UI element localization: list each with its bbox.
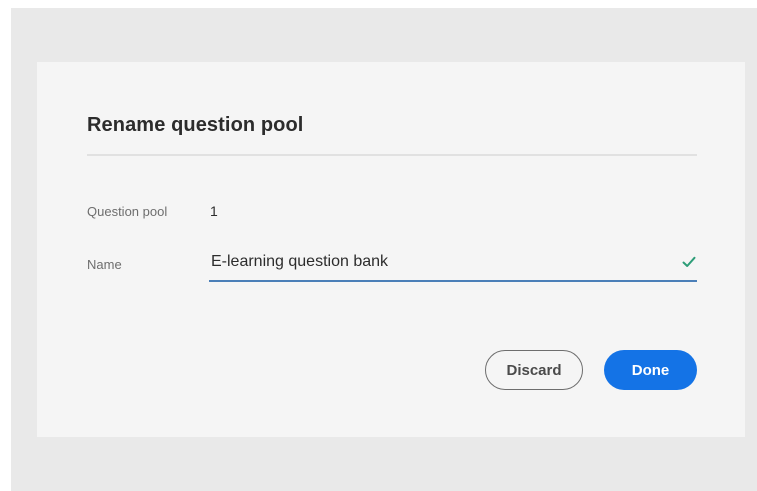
question-pool-label: Question pool <box>87 204 168 219</box>
question-pool-value: 1 <box>210 203 218 219</box>
checkmark-icon <box>682 256 696 267</box>
name-field <box>209 244 697 282</box>
rename-question-pool-dialog: Rename question pool Question pool 1 Nam… <box>37 62 745 437</box>
name-label: Name <box>87 257 122 272</box>
done-button[interactable]: Done <box>604 350 697 390</box>
discard-button[interactable]: Discard <box>485 350 583 390</box>
title-divider <box>87 154 697 156</box>
dialog-title: Rename question pool <box>87 114 304 136</box>
name-input[interactable] <box>209 244 671 280</box>
